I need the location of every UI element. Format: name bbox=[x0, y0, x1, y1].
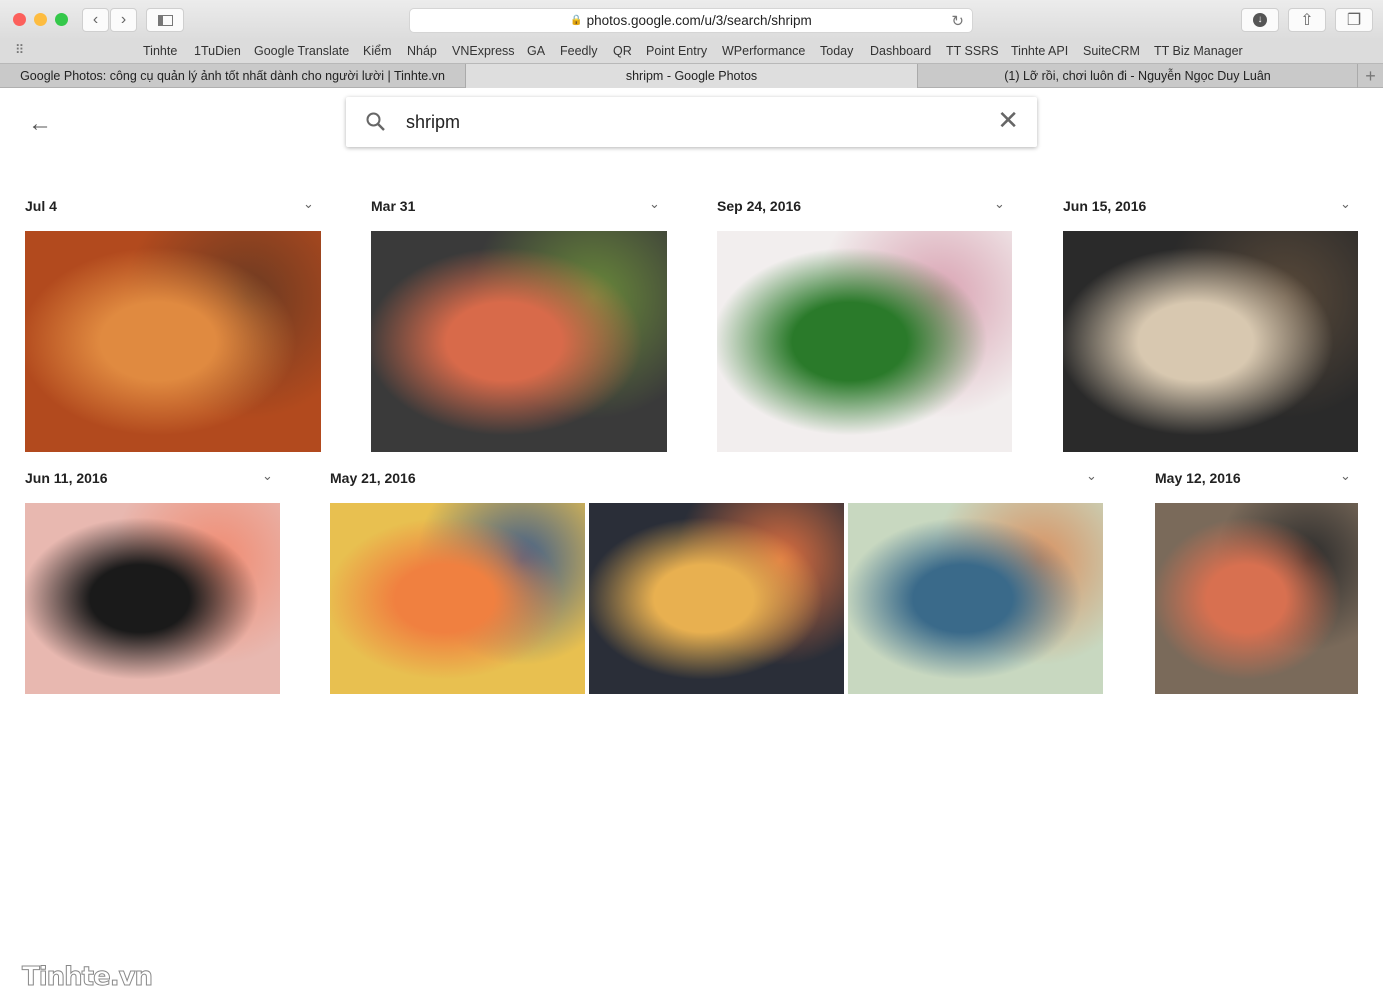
plus-icon: + bbox=[1365, 65, 1376, 86]
bookmark-item[interactable]: Kiểm bbox=[363, 44, 391, 58]
group-date: Jun 11, 2016 bbox=[25, 470, 108, 486]
search-icon bbox=[366, 112, 385, 131]
chevron-down-icon[interactable]: ⌄ bbox=[994, 196, 1005, 212]
tab-google-photos[interactable]: shripm - Google Photos bbox=[466, 64, 918, 88]
group-date: May 12, 2016 bbox=[1155, 470, 1241, 486]
forward-nav-button[interactable]: › bbox=[110, 8, 137, 32]
back-nav-button[interactable]: ‹ bbox=[82, 8, 109, 32]
search-bar: ✕ bbox=[346, 97, 1037, 147]
bookmark-item[interactable]: Today bbox=[820, 44, 853, 58]
group-date: Jul 4 bbox=[25, 198, 57, 214]
sidebar-icon bbox=[157, 14, 173, 26]
download-icon: ↓ bbox=[1253, 13, 1267, 27]
new-tab-button[interactable]: + bbox=[1358, 64, 1383, 88]
bookmark-item[interactable]: WPerformance bbox=[722, 44, 805, 58]
photo-thumbnail[interactable] bbox=[371, 231, 667, 452]
bookmark-item[interactable]: Nháp bbox=[407, 44, 437, 58]
clear-search-icon[interactable]: ✕ bbox=[997, 105, 1019, 136]
tab-bar: Google Photos: công cụ quản lý ảnh tốt n… bbox=[0, 63, 1383, 88]
tab-label: shripm - Google Photos bbox=[625, 69, 758, 83]
tabs-overview-button[interactable]: ❐ bbox=[1335, 8, 1373, 32]
group-date: May 21, 2016 bbox=[330, 470, 416, 486]
chevron-down-icon[interactable]: ⌄ bbox=[262, 468, 273, 484]
url-text: photos.google.com/u/3/search/shripm bbox=[586, 13, 812, 28]
photo-thumbnail[interactable] bbox=[1155, 503, 1358, 694]
bookmark-item[interactable]: SuiteCRM bbox=[1083, 44, 1140, 58]
bookmark-item[interactable]: Feedly bbox=[560, 44, 598, 58]
bookmark-item[interactable]: QR bbox=[613, 44, 632, 58]
chevron-down-icon[interactable]: ⌄ bbox=[1340, 196, 1351, 212]
tab-tinhte-article[interactable]: Google Photos: công cụ quản lý ảnh tốt n… bbox=[0, 64, 466, 88]
chevron-right-icon: › bbox=[120, 11, 127, 28]
bookmark-item[interactable]: VNExpress bbox=[452, 44, 515, 58]
photo-thumbnail[interactable] bbox=[25, 231, 321, 452]
chevron-down-icon[interactable]: ⌄ bbox=[649, 196, 660, 212]
group-date: Jun 15, 2016 bbox=[1063, 198, 1147, 214]
photo-thumbnail[interactable] bbox=[717, 231, 1012, 452]
bookmark-item[interactable]: Tinhte API bbox=[1011, 44, 1068, 58]
tab-label: (1) Lỡ rồi, chơi luôn đi - Nguyễn Ngọc D… bbox=[1004, 69, 1271, 83]
tab-facebook[interactable]: (1) Lỡ rồi, chơi luôn đi - Nguyễn Ngọc D… bbox=[918, 64, 1358, 88]
share-icon: ⇧ bbox=[1300, 12, 1314, 29]
photo-thumbnail[interactable] bbox=[1063, 231, 1358, 452]
downloads-button[interactable]: ↓ bbox=[1241, 8, 1279, 32]
browser-toolbar: ‹ › 🔒 photos.google.com/u/3/search/shripm… bbox=[0, 0, 1383, 40]
bookmark-item[interactable]: TT Biz Manager bbox=[1154, 44, 1243, 58]
bookmark-item[interactable]: Point Entry bbox=[646, 44, 707, 58]
close-window-button[interactable] bbox=[13, 13, 26, 26]
tabs-icon: ❐ bbox=[1346, 12, 1362, 29]
chevron-down-icon[interactable]: ⌄ bbox=[1340, 468, 1351, 484]
bookmark-item[interactable]: 1TuDien bbox=[194, 44, 241, 58]
search-input[interactable] bbox=[406, 109, 966, 135]
photo-thumbnail[interactable] bbox=[25, 503, 280, 694]
chevron-down-icon[interactable]: ⌄ bbox=[1086, 468, 1097, 484]
minimize-window-button[interactable] bbox=[34, 13, 47, 26]
photo-thumbnail[interactable] bbox=[848, 503, 1103, 694]
bookmark-item[interactable]: Dashboard bbox=[870, 44, 931, 58]
lock-icon: 🔒 bbox=[570, 15, 583, 26]
watermark-logo: Tinhte.vn bbox=[21, 962, 153, 993]
share-button[interactable]: ⇧ bbox=[1288, 8, 1326, 32]
bookmark-item[interactable]: Tinhte bbox=[143, 44, 177, 58]
photo-thumbnail[interactable] bbox=[330, 503, 585, 694]
bookmark-item[interactable]: TT SSRS bbox=[946, 44, 999, 58]
group-date: Mar 31 bbox=[371, 198, 416, 214]
sidebar-toggle-button[interactable] bbox=[146, 8, 184, 32]
reload-icon[interactable]: ↻ bbox=[951, 12, 964, 30]
apps-grid-icon[interactable]: ⠿ bbox=[15, 42, 24, 57]
chevron-left-icon: ‹ bbox=[92, 11, 99, 28]
zoom-window-button[interactable] bbox=[55, 13, 68, 26]
tab-label: Google Photos: công cụ quản lý ảnh tốt n… bbox=[20, 69, 445, 83]
bookmarks-bar: ⠿ Tinhte 1TuDien Google Translate Kiểm Nháp V… bbox=[0, 40, 1383, 63]
group-date: Sep 24, 2016 bbox=[717, 198, 802, 214]
chevron-down-icon[interactable]: ⌄ bbox=[303, 196, 314, 212]
back-arrow-icon[interactable]: ← bbox=[28, 110, 52, 138]
bookmark-item[interactable]: Google Translate bbox=[254, 44, 349, 58]
photo-thumbnail[interactable] bbox=[589, 503, 844, 694]
address-bar[interactable]: 🔒 photos.google.com/u/3/search/shripm ↻ bbox=[409, 8, 973, 33]
bookmark-item[interactable]: GA bbox=[527, 44, 545, 58]
